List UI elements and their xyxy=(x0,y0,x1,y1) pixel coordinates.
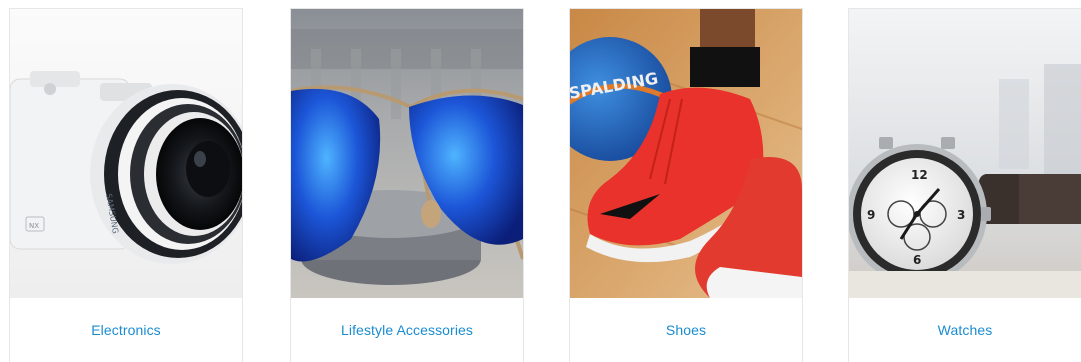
svg-text:12: 12 xyxy=(911,168,928,182)
category-image-electronics[interactable]: SAMSUNG NX xyxy=(10,9,242,298)
category-card-watches[interactable]: 12 3 6 9 Watches xyxy=(848,8,1081,362)
category-card-shoes[interactable]: SPALDING Shoes xyxy=(569,8,803,362)
svg-text:NX: NX xyxy=(29,222,39,230)
category-image-shoes[interactable]: SPALDING xyxy=(570,9,802,298)
category-card-lifestyle-accessories[interactable]: Lifestyle Accessories xyxy=(290,8,524,362)
svg-text:9: 9 xyxy=(867,208,875,222)
category-card-electronics[interactable]: SAMSUNG NX Electronics xyxy=(9,8,243,362)
category-link-lifestyle-accessories[interactable]: Lifestyle Accessories xyxy=(291,322,523,338)
category-link-watches[interactable]: Watches xyxy=(849,322,1081,338)
svg-text:6: 6 xyxy=(913,253,921,267)
category-link-shoes[interactable]: Shoes xyxy=(570,322,802,338)
category-link-electronics[interactable]: Electronics xyxy=(10,322,242,338)
category-image-watches[interactable]: 12 3 6 9 xyxy=(849,9,1081,298)
category-image-lifestyle-accessories[interactable] xyxy=(291,9,523,298)
category-grid: SAMSUNG NX Electronics Lifestyle Accesso… xyxy=(0,0,1081,362)
svg-text:3: 3 xyxy=(957,208,965,222)
